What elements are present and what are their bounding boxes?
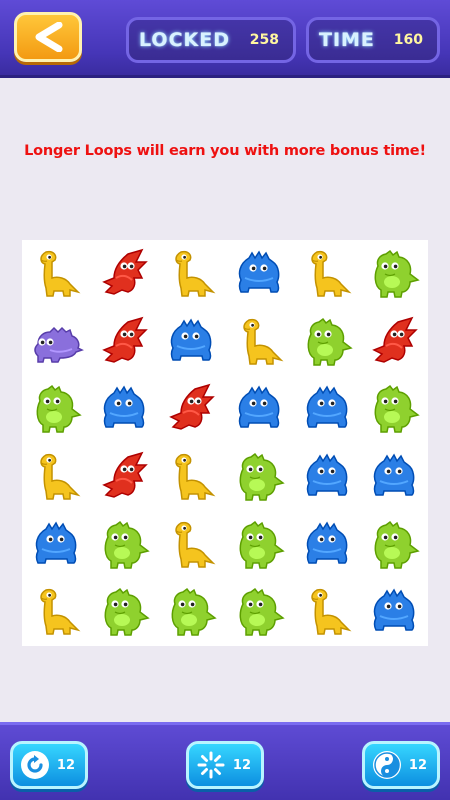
blue-dino-tile[interactable] xyxy=(161,312,221,372)
green-dino-tile[interactable] xyxy=(94,515,154,575)
back-arrow-icon xyxy=(35,22,63,52)
green-dino-icon xyxy=(307,317,353,366)
yellow-dino-tile[interactable] xyxy=(161,244,221,304)
yin-yang-powerup-button[interactable]: 12 xyxy=(362,741,440,789)
blue-dino-tile[interactable] xyxy=(364,447,424,507)
purple-dino-icon xyxy=(34,326,84,363)
blue-dino-tile[interactable] xyxy=(94,379,154,439)
green-dino-icon xyxy=(374,385,420,433)
back-button[interactable] xyxy=(14,12,82,62)
blue-dino-icon xyxy=(238,250,280,293)
red-dragon-icon xyxy=(101,248,148,295)
yellow-dino-icon xyxy=(175,521,216,568)
green-dino-icon xyxy=(104,588,150,636)
blue-dino-icon xyxy=(238,385,280,428)
bottom-bar: 12 12 12 xyxy=(0,722,450,800)
red-dragon-tile[interactable] xyxy=(161,379,221,439)
green-dino-icon xyxy=(239,452,285,501)
yellow-dino-tile[interactable] xyxy=(26,244,86,304)
yellow-dino-icon xyxy=(310,589,351,635)
green-dino-icon xyxy=(171,588,217,636)
yellow-dino-icon xyxy=(40,589,81,635)
yellow-dino-tile[interactable] xyxy=(26,582,86,642)
red-dragon-tile[interactable] xyxy=(94,447,154,507)
freeze-count: 12 xyxy=(232,757,251,773)
freeze-icon xyxy=(197,751,225,779)
green-dino-icon xyxy=(374,249,420,298)
green-dino-tile[interactable] xyxy=(364,515,424,575)
game-board xyxy=(22,240,428,646)
blue-dino-icon xyxy=(373,453,415,496)
locked-label: LOCKED xyxy=(139,29,230,51)
red-dragon-icon xyxy=(169,383,215,430)
green-dino-tile[interactable] xyxy=(229,515,289,575)
green-dino-tile[interactable] xyxy=(161,582,221,642)
blue-dino-tile[interactable] xyxy=(26,515,86,575)
yellow-dino-tile[interactable] xyxy=(161,447,221,507)
blue-dino-tile[interactable] xyxy=(229,379,289,439)
yin-yang-count: 12 xyxy=(408,757,427,773)
blue-dino-tile[interactable] xyxy=(297,447,357,507)
green-dino-tile[interactable] xyxy=(94,582,154,642)
yellow-dino-icon xyxy=(175,453,216,500)
time-value: 160 xyxy=(393,32,423,48)
green-dino-icon xyxy=(104,520,150,569)
yellow-dino-tile[interactable] xyxy=(297,244,357,304)
blue-dino-icon xyxy=(306,521,347,564)
green-dino-icon xyxy=(374,520,420,569)
green-dino-tile[interactable] xyxy=(229,582,289,642)
red-dragon-icon xyxy=(101,316,148,363)
yellow-dino-icon xyxy=(310,250,351,297)
green-dino-tile[interactable] xyxy=(26,379,86,439)
red-dragon-icon xyxy=(101,451,148,498)
red-dragon-tile[interactable] xyxy=(94,244,154,304)
locked-value: 258 xyxy=(249,32,279,48)
blue-dino-icon xyxy=(306,453,347,496)
time-label: TIME xyxy=(319,29,375,51)
top-bar: LOCKED 258 TIME 160 xyxy=(0,0,450,78)
green-dino-icon xyxy=(36,385,82,433)
green-dino-tile[interactable] xyxy=(297,312,357,372)
blue-dino-tile[interactable] xyxy=(297,515,357,575)
green-dino-icon xyxy=(239,520,285,569)
yellow-dino-tile[interactable] xyxy=(297,582,357,642)
red-dragon-tile[interactable] xyxy=(94,312,154,372)
yellow-dino-icon xyxy=(243,318,284,365)
refresh-icon xyxy=(21,751,49,779)
yellow-dino-icon xyxy=(40,453,81,500)
blue-dino-tile[interactable] xyxy=(229,244,289,304)
yellow-dino-tile[interactable] xyxy=(229,312,289,372)
blue-dino-icon xyxy=(170,318,212,361)
blue-dino-tile[interactable] xyxy=(364,582,424,642)
green-dino-icon xyxy=(239,588,285,636)
purple-dino-tile[interactable] xyxy=(26,312,86,372)
yellow-dino-tile[interactable] xyxy=(26,447,86,507)
time-panel: TIME 160 xyxy=(306,17,440,63)
blue-dino-tile[interactable] xyxy=(297,379,357,439)
locked-panel: LOCKED 258 xyxy=(126,17,296,63)
blue-dino-icon xyxy=(306,385,347,428)
blue-dino-icon xyxy=(35,521,77,564)
red-dragon-tile[interactable] xyxy=(364,312,424,372)
green-dino-tile[interactable] xyxy=(364,379,424,439)
yellow-dino-icon xyxy=(40,250,81,297)
red-dragon-icon xyxy=(372,316,418,363)
refresh-powerup-button[interactable]: 12 xyxy=(10,741,88,789)
green-dino-tile[interactable] xyxy=(364,244,424,304)
blue-dino-icon xyxy=(103,385,144,428)
yellow-dino-tile[interactable] xyxy=(161,515,221,575)
blue-dino-icon xyxy=(373,588,415,631)
refresh-count: 12 xyxy=(56,757,75,773)
yin-yang-icon xyxy=(373,751,401,779)
green-dino-tile[interactable] xyxy=(229,447,289,507)
yellow-dino-icon xyxy=(175,250,216,297)
hint-message: Longer Loops will earn you with more bon… xyxy=(24,143,426,159)
freeze-powerup-button[interactable]: 12 xyxy=(186,741,264,789)
